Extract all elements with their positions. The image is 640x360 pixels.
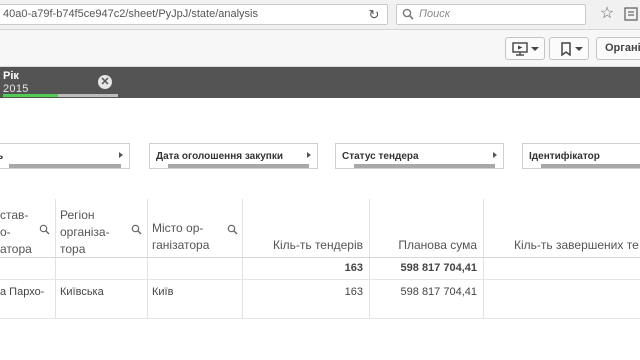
column-divider [369, 199, 370, 319]
filter-state-bar [541, 164, 640, 168]
selections-bar: Рік 2015 ✕ [0, 67, 640, 98]
search-icon [402, 8, 414, 20]
presentation-icon [512, 42, 528, 56]
selection-state-bar-excluded [58, 94, 118, 97]
filter-state-bar [168, 164, 309, 168]
column-divider [55, 199, 56, 319]
bookmark-star-icon[interactable]: ☆ [598, 5, 616, 23]
selection-field-name: Рік [3, 70, 19, 82]
selection-chip-year[interactable]: Рік 2015 ✕ [0, 67, 120, 97]
column-divider [242, 199, 243, 319]
filter-state-bar [354, 164, 495, 168]
app-toolbar: Органі [0, 30, 640, 67]
browser-search-input[interactable]: Поиск [396, 4, 586, 25]
address-bar[interactable]: 40a0-a79f-b74f5ce947c2/sheet/PyJpJ/state… [0, 4, 388, 25]
cell-region[interactable]: Київська [60, 286, 104, 298]
filter-pane-announcement-date[interactable]: Дата оголошення закупки [149, 143, 318, 169]
column-header-planned-sum[interactable]: Планова сума [371, 237, 477, 254]
column-divider [483, 199, 484, 319]
filter-label: Ідентифікатор [529, 151, 600, 162]
column-header-city[interactable]: Місто ор- ганізатора [152, 220, 227, 254]
chevron-right-icon [493, 152, 497, 158]
selection-state-bar-selected [3, 94, 58, 97]
row-divider [0, 279, 640, 280]
clear-selection-icon[interactable]: ✕ [98, 75, 112, 89]
filter-label: Дата оголошення закупки [156, 151, 284, 162]
chevron-down-icon [575, 47, 583, 51]
column-header-completed-count[interactable]: Кіль-ть завершених те [514, 237, 640, 254]
cell-city[interactable]: Київ [152, 286, 173, 298]
filter-pane-tender-status[interactable]: Статус тендера [335, 143, 504, 169]
total-planned-sum: 598 817 704,41 [400, 262, 477, 274]
address-bar-url[interactable]: 40a0-a79f-b74f5ce947c2/sheet/PyJpJ/state… [3, 8, 258, 20]
filter-pane-identifier[interactable]: Ідентифікатор [522, 143, 640, 169]
row-divider [0, 318, 640, 319]
column-header-organizer[interactable]: став- о- атора [0, 207, 38, 258]
filter-pane-1[interactable]: ь [0, 143, 130, 169]
organizer-button[interactable]: Органі [596, 37, 640, 60]
reading-list-icon[interactable] [622, 5, 640, 23]
search-icon[interactable] [39, 224, 50, 235]
search-placeholder: Поиск [419, 8, 450, 20]
search-icon[interactable] [131, 224, 142, 235]
tenders-table: став- о- атора Регіон організа- тора Міс… [0, 199, 640, 319]
bookmarks-button[interactable] [549, 37, 589, 60]
chevron-right-icon [307, 152, 311, 158]
chevron-right-icon [119, 152, 123, 158]
column-header-region[interactable]: Регіон організа- тора [60, 207, 130, 258]
reload-icon[interactable]: ↻ [365, 7, 383, 23]
chevron-down-icon [531, 47, 539, 51]
search-icon[interactable] [227, 224, 238, 235]
filter-state-bar [9, 164, 121, 168]
bookmark-icon [561, 42, 571, 56]
column-header-tenders-count[interactable]: Кіль-ть тендерів [244, 237, 363, 254]
browser-toolbar: 40a0-a79f-b74f5ce947c2/sheet/PyJpJ/state… [0, 0, 640, 30]
cell-organizer[interactable]: а Пархо- [0, 286, 44, 298]
cell-planned-sum: 598 817 704,41 [400, 286, 477, 298]
column-divider [147, 199, 148, 319]
filter-label: ь [0, 151, 4, 162]
total-tenders: 163 [344, 262, 363, 274]
filter-label: Статус тендера [342, 151, 419, 162]
cell-tenders: 163 [344, 286, 363, 298]
present-button[interactable] [505, 37, 545, 60]
